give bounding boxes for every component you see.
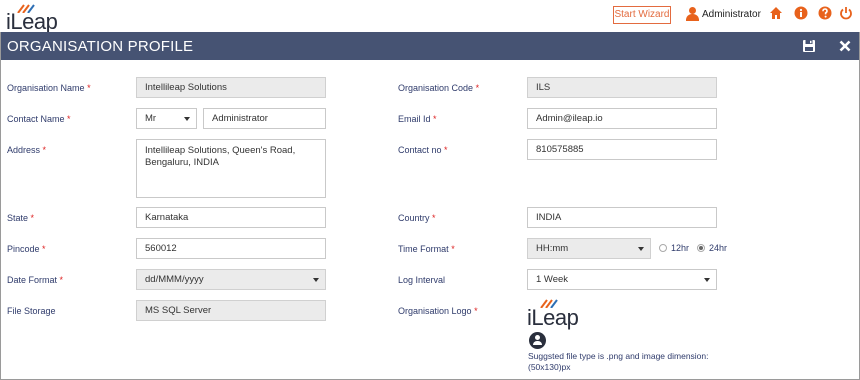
- contact-no-field[interactable]: 810575885: [527, 139, 717, 160]
- chevron-down-icon: [313, 278, 319, 282]
- contact-name-field[interactable]: Administrator: [203, 108, 326, 129]
- save-icon[interactable]: [802, 39, 816, 53]
- org-name-label: Organisation Name *: [7, 83, 91, 93]
- help-icon[interactable]: [818, 6, 832, 20]
- start-wizard-button[interactable]: Start Wizard: [613, 6, 671, 24]
- radio-24hr-label: 24hr: [709, 243, 728, 253]
- log-interval-select[interactable]: 1 Week: [527, 269, 717, 290]
- file-storage-field[interactable]: MS SQL Server: [136, 300, 326, 321]
- state-field[interactable]: Karnataka: [136, 207, 326, 228]
- date-format-label: Date Format *: [7, 275, 64, 285]
- chevron-down-icon: [638, 247, 644, 251]
- pincode-label: Pincode *: [7, 244, 46, 254]
- address-label: Address *: [7, 145, 47, 155]
- contact-name-label: Contact Name *: [7, 114, 71, 124]
- power-icon[interactable]: [839, 6, 853, 20]
- radio-24hr[interactable]: [697, 244, 705, 252]
- org-code-label: Organisation Code *: [398, 83, 480, 93]
- time-format-label: Time Format *: [398, 244, 455, 254]
- time-format-select[interactable]: HH:mm: [527, 238, 651, 259]
- close-icon[interactable]: [838, 39, 852, 53]
- app-logo[interactable]: iLeap: [6, 2, 58, 34]
- address-textarea[interactable]: Intellileap Solutions, Queen's Road, Ben…: [136, 139, 326, 198]
- home-icon[interactable]: [769, 6, 783, 20]
- state-label: State *: [7, 213, 35, 223]
- org-code-field[interactable]: ILS: [527, 77, 717, 98]
- date-format-select[interactable]: dd/MMM/yyyy: [136, 269, 326, 290]
- org-logo-label: Organisation Logo *: [398, 306, 478, 316]
- top-bar: iLeap Start Wizard Administrator: [0, 0, 860, 34]
- chevron-down-icon: [184, 117, 190, 121]
- email-label: Email Id *: [398, 114, 437, 124]
- chevron-down-icon: [704, 278, 710, 282]
- log-interval-label: Log Interval: [398, 275, 446, 285]
- org-logo-preview: iLeap: [527, 298, 579, 330]
- org-name-field[interactable]: Intellileap Solutions: [136, 77, 326, 98]
- email-field[interactable]: Admin@ileap.io: [527, 108, 717, 129]
- org-logo-text: iLeap: [527, 305, 579, 330]
- page-title: ORGANISATION PROFILE: [7, 38, 194, 55]
- country-field[interactable]: INDIA: [527, 207, 717, 228]
- file-storage-label: File Storage: [7, 306, 56, 316]
- user-menu[interactable]: Administrator: [686, 5, 761, 23]
- radio-12hr-label: 12hr: [671, 243, 690, 253]
- pincode-field[interactable]: 560012: [136, 238, 326, 259]
- radio-12hr[interactable]: [659, 244, 667, 252]
- user-icon: [686, 7, 699, 21]
- info-icon[interactable]: [794, 6, 808, 20]
- logo-hint: Suggsted file type is .png and image dim…: [528, 351, 709, 372]
- upload-user-icon[interactable]: [529, 332, 546, 349]
- contact-title-select[interactable]: Mr: [136, 108, 197, 129]
- country-label: Country *: [398, 213, 436, 223]
- page-header: ORGANISATION PROFILE: [1, 32, 859, 60]
- contact-no-label: Contact no *: [398, 145, 448, 155]
- user-name: Administrator: [702, 8, 761, 20]
